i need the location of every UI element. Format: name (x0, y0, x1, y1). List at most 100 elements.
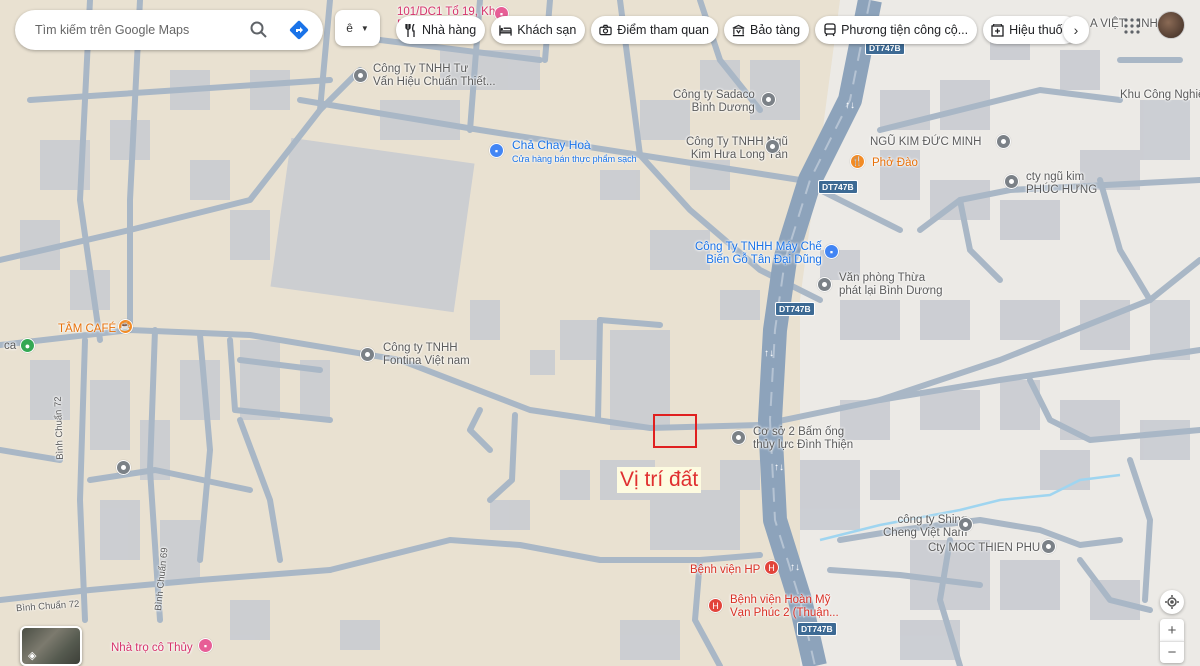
place-pin-icon[interactable] (765, 139, 780, 154)
van-phong-line1: Văn phòng Thừa (839, 272, 926, 284)
svg-text:↑↓: ↑↓ (774, 462, 784, 473)
svg-text:↑↓: ↑↓ (790, 562, 800, 573)
map-canvas[interactable]: ↑↓ ↑↓ ↑↓ ↑↓ ↑↓ (0, 0, 1200, 666)
place-label-khu-cong-nghiep[interactable]: Khu Công Nghiệ (1120, 89, 1200, 102)
place-label-phuc-hung[interactable]: cty ngũ kim PHÚC HƯNG (1026, 171, 1097, 197)
place-pin-icon[interactable] (817, 277, 832, 292)
road-label-binh-chuan-72-vertical: Bình Chuẩn 72 (52, 396, 66, 460)
target-location-label: Vị trí đất (617, 467, 702, 493)
place-label-moc-thien-phu[interactable]: Cty MOC THIEN PHU (928, 542, 1040, 555)
place-pin-icon[interactable] (353, 68, 368, 83)
transit-icon (823, 23, 836, 37)
place-pin-icon[interactable] (761, 92, 776, 107)
hoan-my-line1: Bệnh viện Hoàn Mỹ (730, 594, 831, 606)
road-shield-dt747b: DT747B (818, 180, 858, 194)
camera-icon (599, 24, 612, 37)
place-label-nha-tro[interactable]: Nhà trọ cô Thủy (111, 642, 193, 655)
google-apps-icon[interactable] (1124, 18, 1140, 34)
hospital-pin-icon[interactable]: H (708, 598, 723, 613)
place-label-sadaco[interactable]: Công ty Sadaco Bình Dương (673, 89, 755, 115)
place-label-a-viet[interactable]: A VIỆT (1090, 18, 1126, 31)
phuc-hung-line2: PHÚC HƯNG (1026, 184, 1098, 196)
place-label-inh[interactable]: INH (1138, 18, 1158, 31)
road-shield-dt747b: DT747B (775, 302, 815, 316)
place-label-pho-dao[interactable]: Phở Đào (872, 157, 918, 170)
shing-line2: Cheng Việt Nam (883, 527, 968, 539)
bam-ong-line1: Cơ sở 2 Bấm ống (753, 426, 845, 438)
crosshair-icon (1165, 595, 1179, 609)
search-box[interactable] (15, 10, 323, 50)
place-label-van-phong[interactable]: Văn phòng Thừa phát lại Bình Dương (839, 272, 942, 298)
shopping-pin-icon[interactable]: ▪ (824, 244, 839, 259)
target-location-box (653, 414, 697, 448)
zoom-out-button[interactable]: − (1160, 641, 1184, 663)
input-tool-label: ê (346, 21, 353, 35)
place-label-cha-chay[interactable]: Chả Chay Hoà Cửa hàng bán thực phẩm sạch (512, 139, 637, 166)
place-pin-icon[interactable] (731, 430, 746, 445)
category-chips: Nhà hàng Khách sạn Điểm tham quan Bảo tà… (396, 16, 1078, 44)
place-label-benh-vien-hp[interactable]: Bệnh viện HP (690, 564, 760, 577)
directions-icon[interactable] (287, 18, 311, 42)
zoom-in-button[interactable]: + (1160, 619, 1184, 641)
place-pin-icon[interactable] (1004, 174, 1019, 189)
hospital-pin-icon[interactable]: H (764, 560, 779, 575)
cafe-pin-icon[interactable]: ☕ (118, 319, 133, 334)
place-label-bam-ong[interactable]: Cơ sở 2 Bấm ống thủy lực Đình Thiện (753, 426, 853, 452)
chip-label: Hiệu thuốc (1009, 23, 1069, 37)
place-label-tu-van[interactable]: Công Ty TNHH Tư Vấn Hiệu Chuẩn Thiết... (373, 63, 496, 89)
tu-van-line2: Vấn Hiệu Chuẩn Thiết... (373, 76, 496, 88)
chip-restaurants[interactable]: Nhà hàng (396, 16, 486, 44)
chip-label: Khách sạn (517, 23, 577, 37)
place-pin-icon[interactable] (958, 517, 973, 532)
pharmacy-icon (991, 23, 1004, 37)
may-che-line1: Công Ty TNHH Máy Chế (695, 241, 822, 253)
shopping-pin-icon[interactable]: ▪ (489, 143, 504, 158)
chip-hotels[interactable]: Khách sạn (491, 16, 586, 44)
place-label-ca[interactable]: ca (4, 340, 16, 353)
park-pin-icon[interactable]: ● (20, 338, 35, 353)
search-input[interactable] (35, 23, 245, 37)
chips-more-button[interactable]: › (1063, 16, 1089, 44)
place-label-tam-cafe[interactable]: TÂM CAFÉ (58, 323, 116, 336)
chip-label: Nhà hàng (422, 23, 477, 37)
chevron-down-icon: ▼ (360, 23, 369, 33)
bam-ong-line2: thủy lực Đình Thiện (753, 439, 854, 451)
place-label-hoan-my[interactable]: Bệnh viện Hoàn Mỹ Vạn Phúc 2 (Thuận... (730, 594, 839, 620)
chip-transit[interactable]: Phương tiện công cộ... (815, 16, 978, 44)
hotel-pin-icon[interactable]: ▪ (198, 638, 213, 653)
chip-attractions[interactable]: Điểm tham quan (591, 16, 719, 44)
my-location-button[interactable] (1160, 590, 1184, 614)
phuc-hung-line1: cty ngũ kim (1026, 171, 1085, 183)
museum-icon (732, 24, 745, 37)
account-avatar[interactable] (1157, 11, 1185, 39)
layers-icon: ◈ (28, 650, 37, 662)
restaurant-icon (404, 23, 417, 37)
restaurant-pin-icon[interactable]: 🍴 (850, 154, 865, 169)
search-icon[interactable] (247, 18, 271, 42)
van-phong-line2: phát lại Bình Dương (839, 285, 943, 297)
place-label-ngu-kim-duc-minh[interactable]: NGŨ KIM ĐỨC MINH (870, 136, 981, 149)
shing-line1: công ty Shing (897, 514, 968, 526)
place-pin-icon[interactable] (116, 460, 131, 475)
sadaco-line1: Công ty Sadaco (673, 89, 755, 101)
svg-text:↑↓: ↑↓ (845, 100, 855, 111)
chevron-right-icon: › (1073, 22, 1079, 38)
place-pin-icon[interactable] (360, 347, 375, 362)
place-pin-icon[interactable] (1041, 539, 1056, 554)
tu-van-line1: Công Ty TNHH Tư (373, 63, 469, 75)
fontina-line1: Công ty TNHH (383, 342, 458, 354)
place-label-may-che[interactable]: Công Ty TNHH Máy Chế Biến Gỗ Tân Đại Dũn… (695, 241, 822, 267)
chip-museums[interactable]: Bảo tàng (724, 16, 810, 44)
layers-toggle[interactable]: ◈ (20, 626, 82, 666)
place-label-shing-cheng[interactable]: công ty Shing Cheng Việt Nam (883, 514, 967, 540)
sadaco-line2: Bình Dương (691, 102, 755, 114)
cha-chay-subtitle: Cửa hàng bán thực phẩm sạch (512, 154, 637, 164)
cha-chay-name: Chả Chay Hoà (512, 138, 591, 152)
hoan-my-line2: Vạn Phúc 2 (Thuận... (730, 607, 839, 619)
svg-text:↑↓: ↑↓ (764, 348, 774, 359)
place-pin-icon[interactable] (996, 134, 1011, 149)
chip-label: Bảo tàng (750, 23, 801, 37)
place-label-fontina[interactable]: Công ty TNHH Fontina Việt nam (383, 342, 470, 368)
input-tool-dropdown[interactable]: ê ▼ (335, 10, 380, 46)
fontina-line2: Fontina Việt nam (383, 355, 470, 367)
